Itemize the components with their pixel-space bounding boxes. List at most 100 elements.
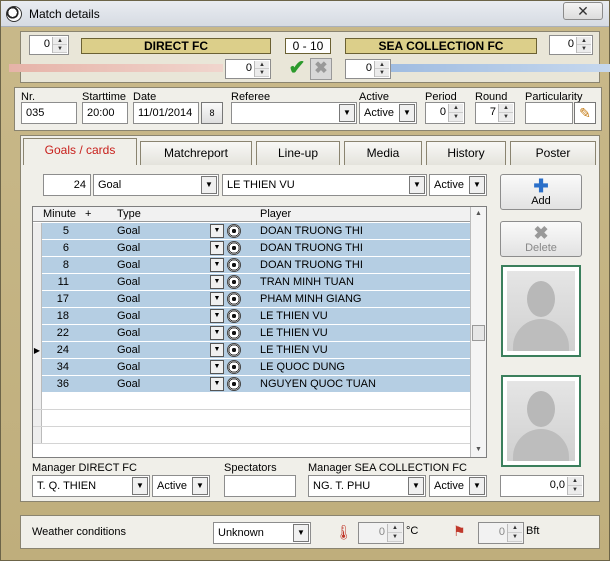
home-manager-combo[interactable]: T. Q. THIEN ▼ bbox=[32, 475, 150, 497]
temperature-spinner[interactable]: 0 ▲ ▼ bbox=[358, 522, 404, 544]
nr-field[interactable]: 035 bbox=[21, 102, 77, 124]
spectators-field[interactable] bbox=[224, 475, 296, 497]
wind-spinner[interactable]: 0 ▲ ▼ bbox=[478, 522, 524, 544]
chevron-down-icon[interactable]: ▼ bbox=[210, 292, 224, 306]
table-row[interactable]: ▶ 24 Goal ▼ LE THIEN VU bbox=[33, 342, 471, 359]
up-arrow-icon[interactable]: ▲ bbox=[53, 37, 67, 45]
scroll-down-icon[interactable]: ▼ bbox=[471, 443, 486, 457]
table-row[interactable]: 22 Goal ▼ LE THIEN VU bbox=[33, 325, 471, 342]
table-row[interactable]: 36 Goal ▼ NGUYEN QUOC TUAN bbox=[33, 376, 471, 393]
chevron-down-icon[interactable]: ▼ bbox=[469, 477, 485, 495]
cancel-x-icon[interactable]: ✖ bbox=[310, 58, 332, 80]
chevron-down-icon[interactable]: ▼ bbox=[408, 477, 424, 495]
weather-combo[interactable]: Unknown ▼ bbox=[213, 522, 311, 544]
chevron-down-icon[interactable]: ▼ bbox=[399, 104, 415, 122]
up-arrow-icon[interactable]: ▲ bbox=[508, 524, 522, 533]
up-arrow-icon[interactable]: ▲ bbox=[388, 524, 402, 533]
scroll-thumb[interactable] bbox=[472, 325, 485, 341]
spinner-arrows[interactable]: ▲ ▼ bbox=[374, 61, 389, 77]
minute-entry-field[interactable]: 24 bbox=[43, 174, 91, 196]
table-row[interactable]: 18 Goal ▼ LE THIEN VU bbox=[33, 308, 471, 325]
down-arrow-icon[interactable]: ▼ bbox=[388, 533, 402, 542]
home-left-spinner[interactable]: 0 ▲ ▼ bbox=[29, 35, 69, 55]
home-manager-status-combo[interactable]: Active ▼ bbox=[152, 475, 210, 497]
spinner-arrows[interactable]: ▲ ▼ bbox=[507, 524, 522, 542]
down-arrow-icon[interactable]: ▼ bbox=[499, 113, 513, 122]
rating-spinner[interactable]: 0,0 ▲ ▼ bbox=[500, 475, 584, 497]
down-arrow-icon[interactable]: ▼ bbox=[508, 533, 522, 542]
up-arrow-icon[interactable]: ▲ bbox=[577, 37, 591, 45]
chevron-down-icon[interactable]: ▼ bbox=[210, 377, 224, 391]
down-arrow-icon[interactable]: ▼ bbox=[568, 486, 582, 495]
column-plus[interactable]: + bbox=[85, 208, 91, 220]
active-combo[interactable]: Active ▼ bbox=[359, 102, 417, 124]
down-arrow-icon[interactable]: ▼ bbox=[449, 113, 463, 122]
table-row[interactable]: 17 Goal ▼ PHAM MINH GIANG bbox=[33, 291, 471, 308]
home-sub-spinner[interactable]: 0 ▲ ▼ bbox=[225, 59, 271, 79]
column-type[interactable]: Type bbox=[117, 208, 141, 220]
starttime-field[interactable]: 20:00 bbox=[82, 102, 128, 124]
spinner-arrows[interactable]: ▲ ▼ bbox=[567, 477, 582, 495]
tab-goals-cards[interactable]: Goals / cards bbox=[23, 138, 137, 165]
down-arrow-icon[interactable]: ▼ bbox=[375, 69, 389, 77]
up-arrow-icon[interactable]: ▲ bbox=[499, 104, 513, 113]
table-row[interactable]: 8 Goal ▼ DOAN TRUONG THI bbox=[33, 257, 471, 274]
chevron-down-icon[interactable]: ▼ bbox=[201, 176, 217, 194]
referee-combo[interactable]: ▼ bbox=[231, 102, 357, 124]
up-arrow-icon[interactable]: ▲ bbox=[255, 61, 269, 69]
away-manager-status-combo[interactable]: Active ▼ bbox=[429, 475, 487, 497]
pencil-icon[interactable]: ✎ bbox=[574, 102, 596, 124]
down-arrow-icon[interactable]: ▼ bbox=[577, 45, 591, 53]
chevron-down-icon[interactable]: ▼ bbox=[210, 224, 224, 238]
spinner-arrows[interactable]: ▲ ▼ bbox=[498, 104, 513, 122]
player-entry-combo[interactable]: LE THIEN VU ▼ bbox=[222, 174, 427, 196]
chevron-down-icon[interactable]: ▼ bbox=[210, 275, 224, 289]
down-arrow-icon[interactable]: ▼ bbox=[255, 69, 269, 77]
type-entry-combo[interactable]: Goal ▼ bbox=[93, 174, 219, 196]
chevron-down-icon[interactable]: ▼ bbox=[210, 309, 224, 323]
spinner-arrows[interactable]: ▲ ▼ bbox=[576, 37, 591, 53]
period-spinner[interactable]: 0 ▲ ▼ bbox=[425, 102, 465, 124]
table-row[interactable]: 6 Goal ▼ DOAN TRUONG THI bbox=[33, 240, 471, 257]
table-row[interactable]: 34 Goal ▼ LE QUOC DUNG bbox=[33, 359, 471, 376]
away-sub-spinner[interactable]: 0 ▲ ▼ bbox=[345, 59, 391, 79]
chevron-down-icon[interactable]: ▼ bbox=[339, 104, 355, 122]
spinner-arrows[interactable]: ▲ ▼ bbox=[387, 524, 402, 542]
scroll-up-icon[interactable]: ▲ bbox=[471, 207, 486, 221]
particularity-field[interactable] bbox=[525, 102, 573, 124]
chevron-down-icon[interactable]: ▼ bbox=[293, 524, 309, 542]
chevron-down-icon[interactable]: ▼ bbox=[210, 258, 224, 272]
column-minute[interactable]: Minute bbox=[43, 208, 76, 220]
delete-button[interactable]: ✖ Delete bbox=[500, 221, 582, 257]
away-right-spinner[interactable]: 0 ▲ ▼ bbox=[549, 35, 593, 55]
chevron-down-icon[interactable]: ▼ bbox=[192, 477, 208, 495]
chevron-down-icon[interactable]: ▼ bbox=[409, 176, 425, 194]
spinner-arrows[interactable]: ▲ ▼ bbox=[52, 37, 67, 53]
up-arrow-icon[interactable]: ▲ bbox=[375, 61, 389, 69]
add-button[interactable]: ✚ Add bbox=[500, 174, 582, 210]
away-manager-combo[interactable]: NG. T. PHU ▼ bbox=[308, 475, 426, 497]
confirm-check-icon[interactable]: ✔ bbox=[286, 58, 308, 80]
spinner-arrows[interactable]: ▲ ▼ bbox=[448, 104, 463, 122]
chevron-down-icon[interactable]: ▼ bbox=[210, 343, 224, 357]
up-arrow-icon[interactable]: ▲ bbox=[449, 104, 463, 113]
tab-line-up[interactable]: Line-up bbox=[256, 141, 340, 165]
chevron-down-icon[interactable]: ▼ bbox=[132, 477, 148, 495]
chevron-down-icon[interactable]: ▼ bbox=[210, 360, 224, 374]
grid-scrollbar[interactable]: ▲ ▼ bbox=[470, 207, 486, 457]
tab-poster[interactable]: Poster bbox=[510, 141, 596, 165]
date-field[interactable]: 11/01/2014 bbox=[133, 102, 199, 124]
table-row[interactable]: 11 Goal ▼ TRAN MINH TUAN bbox=[33, 274, 471, 291]
status-entry-combo[interactable]: Active ▼ bbox=[429, 174, 487, 196]
down-arrow-icon[interactable]: ▼ bbox=[53, 45, 67, 53]
tab-media[interactable]: Media bbox=[344, 141, 422, 165]
tab-history[interactable]: History bbox=[426, 141, 506, 165]
round-spinner[interactable]: 7 ▲ ▼ bbox=[475, 102, 515, 124]
calendar-icon[interactable]: 8 bbox=[201, 102, 223, 124]
chevron-down-icon[interactable]: ▼ bbox=[469, 176, 485, 194]
column-player[interactable]: Player bbox=[260, 208, 291, 220]
up-arrow-icon[interactable]: ▲ bbox=[568, 477, 582, 486]
spinner-arrows[interactable]: ▲ ▼ bbox=[254, 61, 269, 77]
table-row[interactable]: 5 Goal ▼ DOAN TRUONG THI bbox=[33, 223, 471, 240]
tab-matchreport[interactable]: Matchreport bbox=[140, 141, 252, 165]
